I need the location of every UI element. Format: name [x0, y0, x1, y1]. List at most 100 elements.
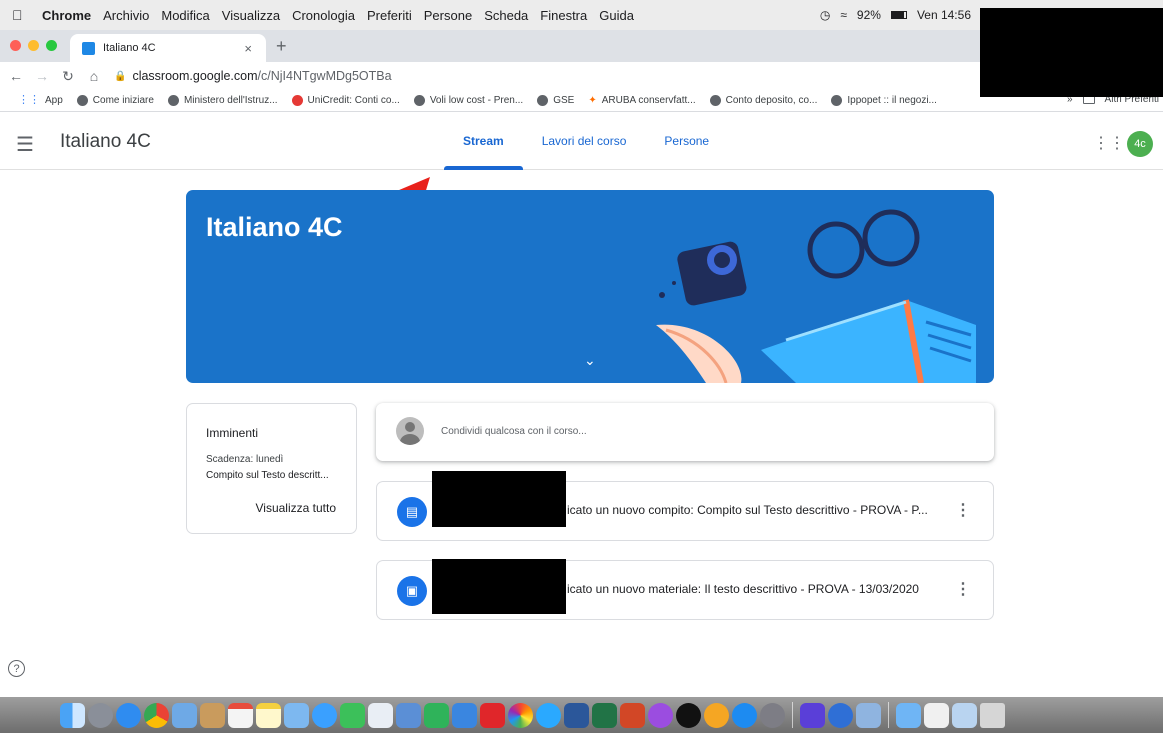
upcoming-due: Scadenza: lunedì	[206, 454, 284, 465]
bookmark-app[interactable]: ⋮⋮ App	[18, 95, 63, 107]
battery-percent: 92%	[856, 8, 881, 22]
lock-icon[interactable]: 🔒	[114, 71, 126, 82]
photo-booth-icon[interactable]	[284, 702, 309, 728]
quicktime-icon[interactable]	[828, 702, 853, 728]
powerpoint-icon[interactable]	[620, 702, 645, 728]
upcoming-title: Imminenti	[206, 426, 259, 440]
battery-icon[interactable]	[890, 11, 907, 19]
notes-icon[interactable]	[256, 702, 281, 728]
bookmark-label: Come iniziare	[92, 95, 154, 106]
time-machine-icon[interactable]: ◷	[820, 8, 830, 22]
more-options-icon[interactable]: ⋮	[955, 500, 971, 520]
zoom-window-icon[interactable]	[46, 40, 57, 51]
finder-icon[interactable]	[60, 702, 85, 728]
course-tabs: Stream Lavori del corso Persone	[444, 112, 728, 170]
script-editor-icon[interactable]	[396, 702, 421, 728]
wifi-icon[interactable]: ≈	[840, 8, 847, 22]
course-banner: Italiano 4C ⌄	[186, 190, 994, 383]
app-store-icon[interactable]	[732, 702, 757, 728]
new-tab-button[interactable]: +	[276, 36, 287, 57]
contacts-icon[interactable]	[200, 702, 225, 728]
books-icon[interactable]	[704, 702, 729, 728]
documents-folder-icon[interactable]	[896, 702, 921, 728]
account-avatar[interactable]: 4c	[1127, 131, 1153, 157]
clock[interactable]: Ven 14:56	[917, 8, 971, 22]
podcasts-icon[interactable]	[648, 702, 673, 728]
post-text[interactable]: icato un nuovo materiale: Il testo descr…	[567, 582, 919, 596]
share-box[interactable]: Condividi qualcosa con il corso...	[376, 403, 994, 461]
word-icon[interactable]	[564, 702, 589, 728]
menu-archivio[interactable]: Archivio	[103, 8, 149, 23]
bookmark-label: App	[45, 95, 63, 106]
help-icon[interactable]: ?	[8, 660, 25, 677]
post-text[interactable]: icato un nuovo compito: Compito sul Test…	[567, 503, 928, 517]
home-icon[interactable]: ⌂	[84, 68, 104, 84]
bookmark-ministero[interactable]: Ministero dell'Istruz...	[167, 95, 278, 106]
trash-icon[interactable]	[980, 702, 1005, 728]
forward-icon[interactable]: →	[32, 68, 52, 84]
view-all-link[interactable]: Visualizza tutto	[256, 501, 337, 515]
image-capture-icon[interactable]	[856, 702, 881, 728]
minimize-window-icon[interactable]	[28, 40, 39, 51]
bookmark-gse[interactable]: GSE	[537, 95, 574, 106]
chrome-icon[interactable]	[144, 702, 169, 728]
bookmark-ippopet[interactable]: Ippopet :: il negozi...	[831, 95, 937, 106]
globe-icon	[413, 95, 425, 106]
bookmark-come-iniziare[interactable]: Come iniziare	[76, 95, 154, 106]
dock-shelf	[60, 697, 1120, 733]
upcoming-item[interactable]: Compito sul Testo descritt...	[206, 470, 329, 481]
safari-icon[interactable]	[116, 702, 141, 728]
file-icon[interactable]	[924, 702, 949, 728]
facetime-icon[interactable]	[340, 702, 365, 728]
menu-preferiti[interactable]: Preferiti	[367, 8, 412, 23]
launchpad-icon[interactable]	[88, 702, 113, 728]
back-icon[interactable]: ←	[6, 68, 26, 84]
bookmark-voli[interactable]: Voli low cost - Pren...	[413, 95, 523, 106]
redaction-box	[432, 559, 566, 614]
downloads-folder-icon[interactable]	[952, 702, 977, 728]
menu-finestra[interactable]: Finestra	[540, 8, 587, 23]
bookmark-aruba[interactable]: ✦ ARUBA conservfatt...	[588, 95, 695, 106]
textedit-icon[interactable]	[368, 702, 393, 728]
messages-icon[interactable]	[312, 702, 337, 728]
tab-stream[interactable]: Stream	[444, 112, 523, 170]
apple-icon[interactable]: 	[12, 7, 28, 23]
menu-modifica[interactable]: Modifica	[161, 8, 209, 23]
globe-icon	[167, 95, 179, 106]
photos-icon[interactable]	[508, 702, 533, 728]
imovie-icon[interactable]	[800, 702, 825, 728]
course-title[interactable]: Italiano 4C	[60, 131, 151, 153]
globe-icon	[76, 95, 88, 106]
menu-status-area: ◷ ≈ 92% Ven 14:56	[820, 0, 971, 30]
tab-close-icon[interactable]: ×	[244, 41, 252, 56]
menu-app-name[interactable]: Chrome	[42, 8, 91, 23]
tab-persone[interactable]: Persone	[645, 112, 728, 170]
menu-visualizza[interactable]: Visualizza	[222, 8, 280, 23]
calendar-icon[interactable]	[228, 702, 253, 728]
more-options-icon[interactable]: ⋮	[955, 579, 971, 599]
menu-hamburger-icon[interactable]: ☰	[16, 132, 34, 157]
share-placeholder[interactable]: Condividi qualcosa con il corso...	[441, 426, 587, 437]
menu-cronologia[interactable]: Cronologia	[292, 8, 355, 23]
preview-icon[interactable]	[172, 702, 197, 728]
keynote-icon[interactable]	[452, 702, 477, 728]
apple-tv-icon[interactable]	[676, 702, 701, 728]
menu-scheda[interactable]: Scheda	[484, 8, 528, 23]
reload-icon[interactable]: ↻	[58, 68, 78, 85]
close-window-icon[interactable]	[10, 40, 21, 51]
bookmark-conto-deposito[interactable]: Conto deposito, co...	[709, 95, 817, 106]
excel-icon[interactable]	[592, 702, 617, 728]
system-preferences-icon[interactable]	[760, 702, 785, 728]
bookmark-unicredit[interactable]: UniCredit: Conti co...	[291, 95, 400, 106]
chevron-down-icon[interactable]: ⌄	[584, 352, 596, 369]
dock-separator	[792, 702, 793, 728]
acrobat-icon[interactable]	[480, 702, 505, 728]
tab-lavori-del-corso[interactable]: Lavori del corso	[523, 112, 646, 170]
numbers-icon[interactable]	[424, 702, 449, 728]
browser-tab[interactable]: Italiano 4C ×	[70, 34, 266, 62]
menu-guida[interactable]: Guida	[599, 8, 634, 23]
itunes-icon[interactable]	[536, 702, 561, 728]
address-bar[interactable]: 🔒 classroom.google.com /c/NjI4NTgwMDg5OT…	[114, 65, 392, 87]
classroom-header: ☰ Italiano 4C Stream Lavori del corso Pe…	[0, 112, 1163, 170]
menu-persone[interactable]: Persone	[424, 8, 472, 23]
